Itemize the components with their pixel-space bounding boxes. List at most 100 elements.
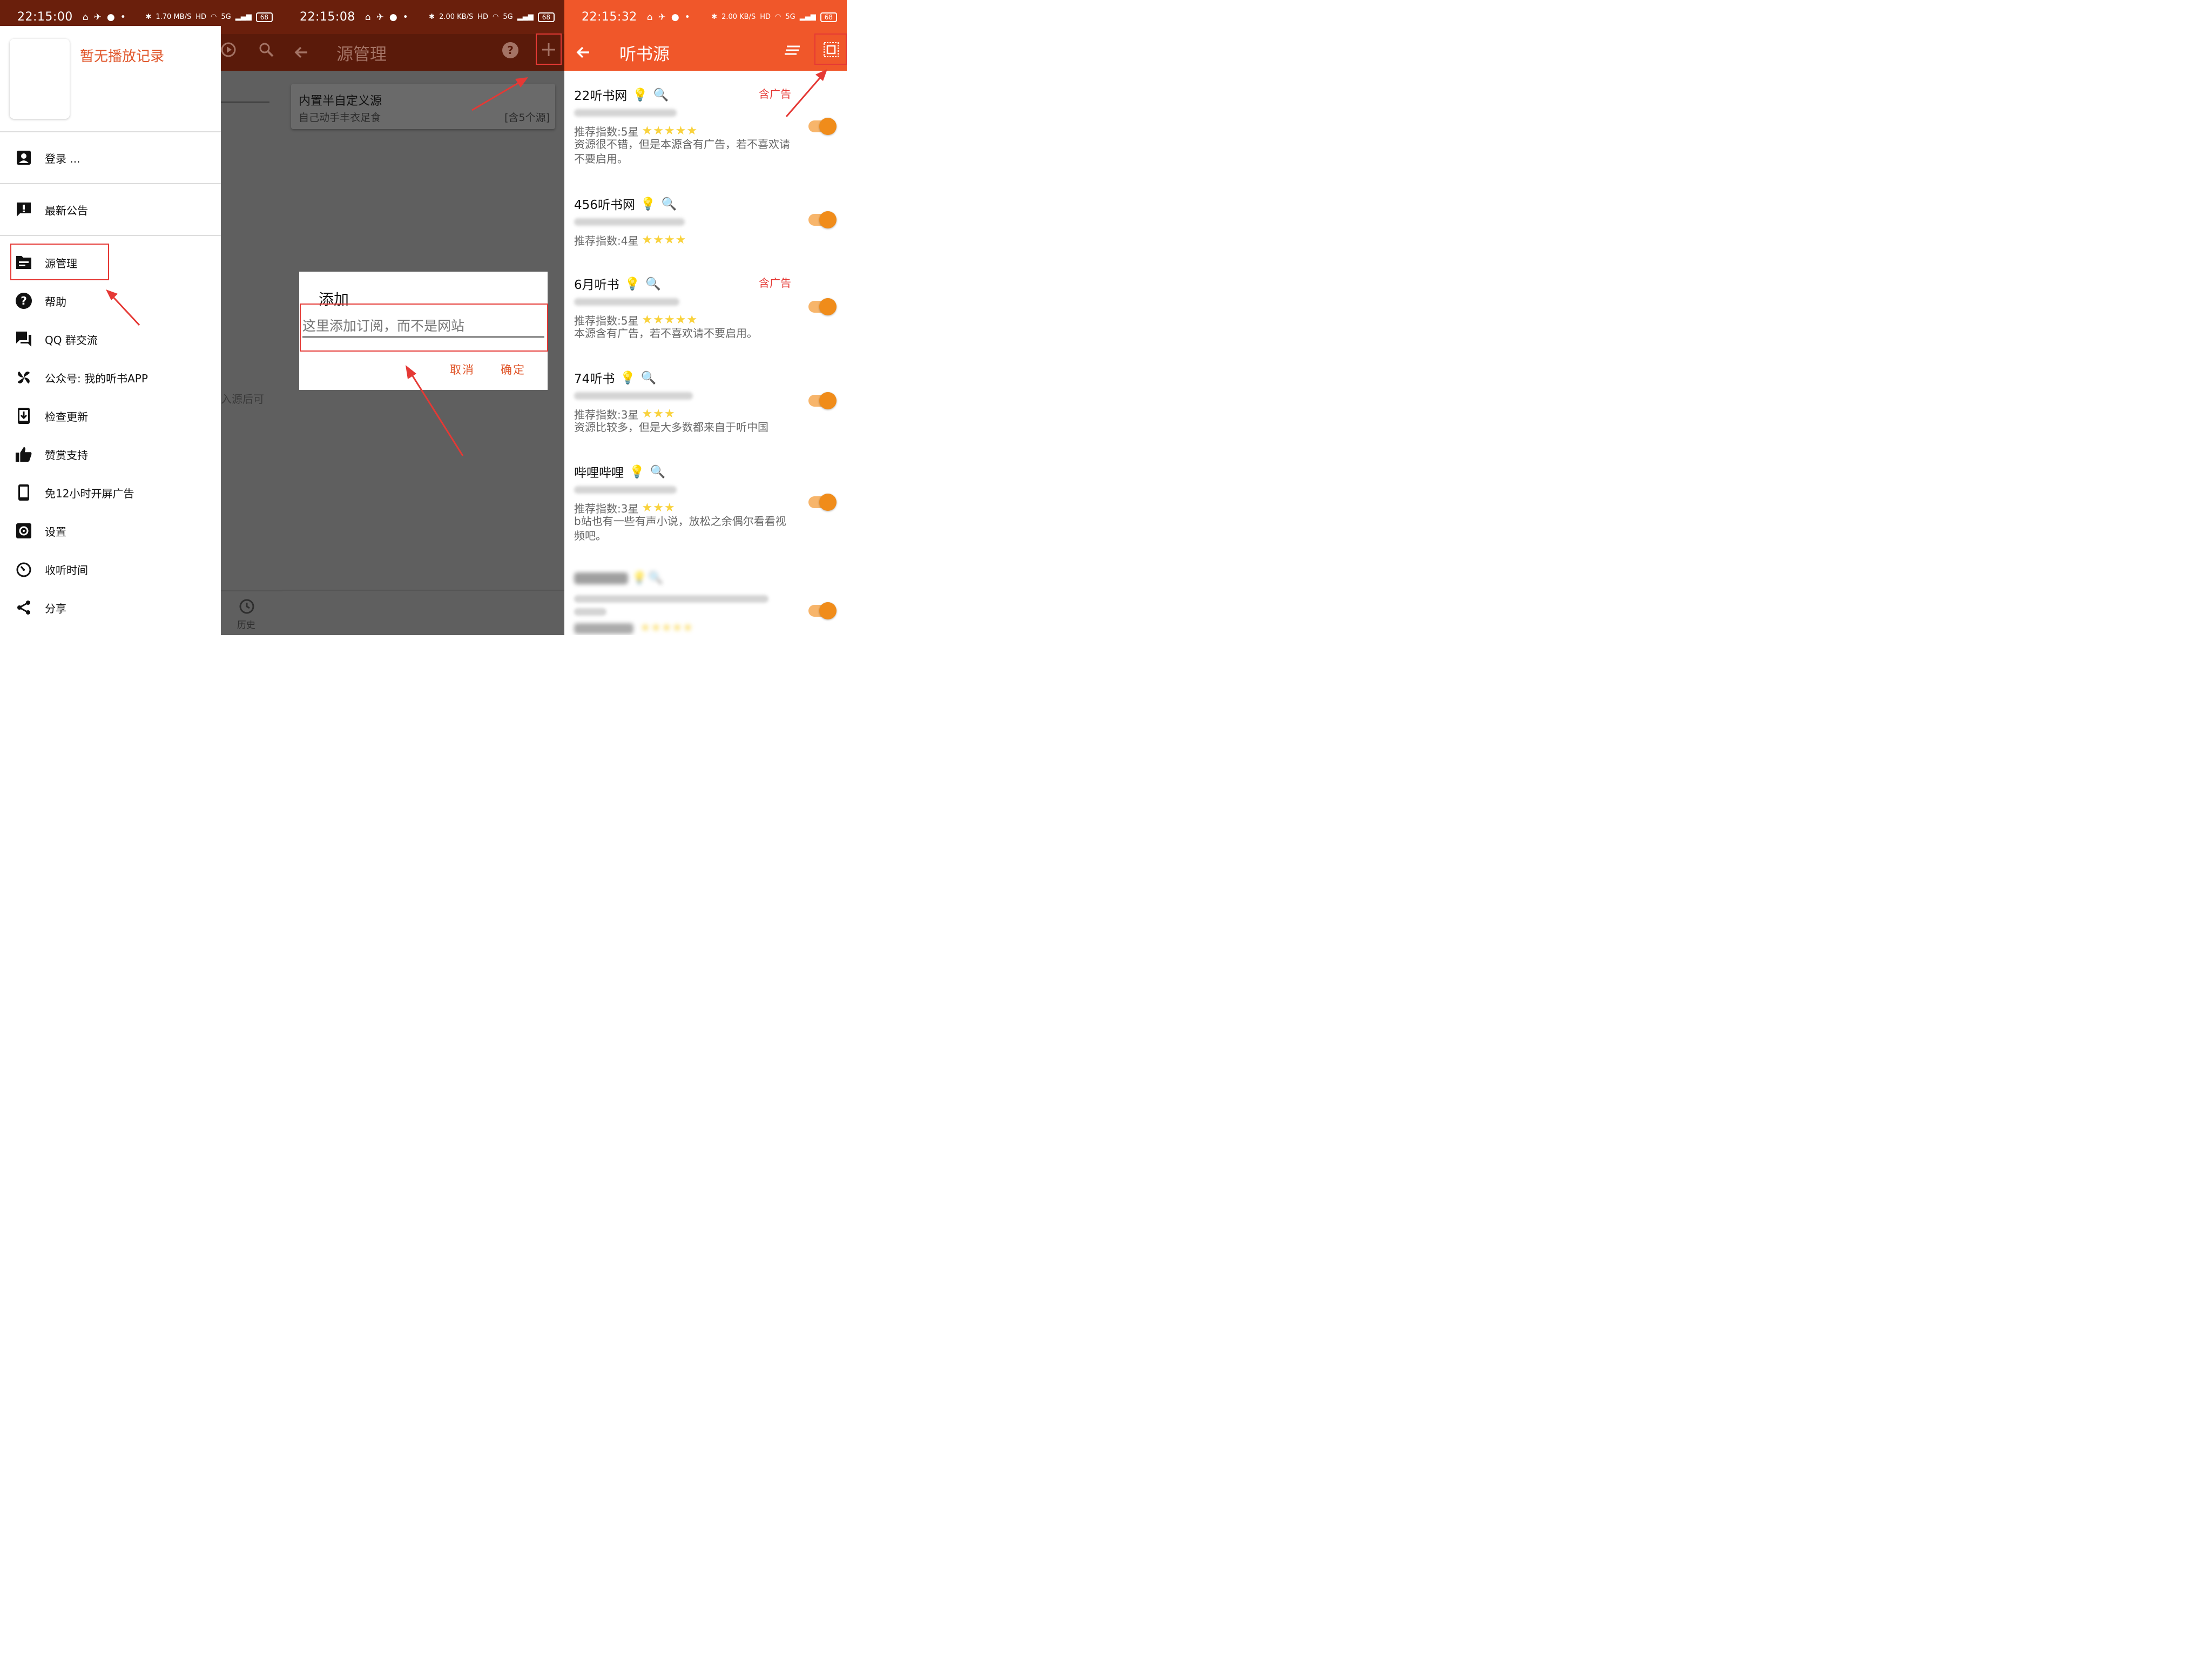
source-item[interactable]: 6月听书 💡 🔍 含广告 推荐指数:5星 ★★★★★ 本源含有广告，若不喜欢请不… <box>564 270 847 356</box>
bluetooth-icon: ✱ <box>711 13 718 21</box>
source-item[interactable]: 22听书网 💡 🔍 含广告 推荐指数:5星 ★★★★★ 资源很不错，但是本源含有… <box>564 81 847 184</box>
menu-item-announcement[interactable]: 最新公告 <box>0 193 221 226</box>
menu-item-settings[interactable]: 设置 <box>0 515 221 547</box>
menu-item-remove-splash-ad[interactable]: 免12小时开屏广告 <box>0 476 221 509</box>
menu-item-donate[interactable]: 赞赏支持 <box>0 438 221 470</box>
battery-icon: 68 <box>820 12 837 22</box>
menu-label: 免12小时开屏广告 <box>45 487 134 500</box>
highlight-box <box>536 33 562 65</box>
toggle-knob <box>819 118 837 135</box>
history-label: 历史 <box>237 620 255 631</box>
menu-item-listen-time[interactable]: 收听时间 <box>0 553 221 585</box>
thumb-up-icon <box>15 446 32 463</box>
enable-toggle[interactable] <box>808 494 837 511</box>
source-url-blurred <box>574 595 768 603</box>
lightbulb-icon[interactable]: 💡 <box>640 197 656 211</box>
signal-label: 5G <box>503 13 513 21</box>
sort-icon[interactable] <box>785 44 801 57</box>
source-name-blurred <box>574 572 628 584</box>
source-url-blurred <box>574 608 606 616</box>
source-name-row: 22听书网 💡 🔍 <box>574 85 669 104</box>
menu-label: 设置 <box>45 525 66 538</box>
enable-toggle[interactable] <box>808 298 837 315</box>
lightbulb-icon[interactable]: 💡 <box>632 87 648 102</box>
notification-icons: ⌂ ✈ ● • <box>83 12 126 23</box>
menu-item-login[interactable]: 登录 ... <box>0 141 221 174</box>
source-name-row: 74听书 💡 🔍 <box>574 368 657 387</box>
status-time: 22:15:00 <box>17 10 73 24</box>
battery-icon: 68 <box>537 12 555 22</box>
rating-stars: ★★★ <box>642 501 676 515</box>
source-url-blurred <box>574 109 677 117</box>
source-url-blurred <box>574 218 685 226</box>
enable-toggle[interactable] <box>808 602 837 619</box>
album-cover[interactable] <box>10 39 70 119</box>
source-item[interactable]: 哔哩哔哩 💡 🔍 推荐指数:3星 ★★★ b站也有一些有声小说，放松之余偶尔看看… <box>564 458 847 555</box>
menu-label: 赞赏支持 <box>45 448 88 462</box>
menu-label: 帮助 <box>45 295 66 308</box>
lightbulb-icon[interactable]: 💡 <box>629 464 645 479</box>
source-item[interactable]: 💡 🔍 ★★★★★ <box>564 567 847 635</box>
recommend-label: 推荐指数:5星 <box>574 125 639 138</box>
source-name: 6月听书 <box>574 278 619 292</box>
search-icon[interactable]: 🔍 <box>662 197 677 211</box>
toolbar: 源管理 ? <box>282 34 564 71</box>
enable-toggle[interactable] <box>808 118 837 135</box>
source-name: 哔哩哔哩 <box>574 466 624 480</box>
status-time: 22:15:32 <box>582 10 637 24</box>
menu-label: 公众号: 我的听书APP <box>45 372 148 385</box>
status-right: ✱ 2.00 KB/S HD ◠ 5G ▂▄▆ 68 <box>429 12 555 22</box>
recommend-row: 推荐指数:3星 ★★★ <box>574 500 676 516</box>
enable-toggle[interactable] <box>808 211 837 228</box>
status-time: 22:15:08 <box>300 10 355 24</box>
divider <box>0 235 221 236</box>
menu-item-check-update[interactable]: 检查更新 <box>0 400 221 432</box>
enable-toggle[interactable] <box>808 392 837 409</box>
card-subtitle: 自己动手丰衣足食 <box>299 112 381 124</box>
panel-source-management: 22:15:08 ⌂ ✈ ● • ✱ 2.00 KB/S HD ◠ 5G ▂▄▆… <box>282 0 564 635</box>
signal-icon: ▂▄▆ <box>235 13 252 21</box>
source-name: 22听书网 <box>574 89 628 103</box>
search-icon[interactable]: 🔍 <box>653 87 669 102</box>
lightbulb-icon[interactable]: 💡 <box>620 370 636 385</box>
app-badge-icon: ● <box>389 11 397 23</box>
recommend-row: 推荐指数:4星 ★★★★ <box>574 232 686 248</box>
underlay-text: 入源后可 <box>221 393 264 406</box>
system-update-icon <box>15 407 32 424</box>
search-icon <box>259 43 274 57</box>
settings-icon <box>15 522 32 539</box>
android-icon: ⌂ <box>82 11 89 23</box>
back-arrow-icon[interactable] <box>575 44 591 60</box>
wifi-icon: ◠ <box>211 13 217 21</box>
source-name-row: 6月听书 💡 🔍 <box>574 274 661 293</box>
signal-label: 5G <box>221 13 231 21</box>
app-badge-icon: ● <box>106 11 115 23</box>
lightbulb-icon: 💡 <box>632 571 647 585</box>
lightbulb-icon[interactable]: 💡 <box>625 276 640 291</box>
menu-item-wechat-account[interactable]: 公众号: 我的听书APP <box>0 361 221 394</box>
confirm-button[interactable]: 确定 <box>501 361 525 377</box>
search-icon[interactable]: 🔍 <box>645 276 661 291</box>
search-icon[interactable]: 🔍 <box>641 370 657 385</box>
underlay-nav-divider <box>221 590 282 591</box>
help-icon[interactable]: ? <box>502 42 519 59</box>
menu-item-share[interactable]: 分享 <box>0 591 221 624</box>
net-speed: 2.00 KB/S <box>721 13 756 21</box>
annotation-arrow <box>406 365 464 456</box>
search-icon[interactable]: 🔍 <box>650 464 666 479</box>
app-icon: ✈ <box>658 11 666 23</box>
source-url-blurred <box>574 392 693 400</box>
recommend-row: 推荐指数:3星 ★★★ <box>574 406 676 422</box>
wifi-icon: ◠ <box>493 13 499 21</box>
recommend-label: 推荐指数:5星 <box>574 314 639 327</box>
back-arrow-icon[interactable] <box>293 44 309 60</box>
signal-icon: ▂▄▆ <box>799 13 816 21</box>
net-speed: 1.70 MB/S <box>156 13 192 21</box>
toolbar: 听书源 <box>564 34 847 71</box>
rating-stars: ★★★ <box>642 407 676 421</box>
help-icon: ? <box>15 292 32 309</box>
divider <box>0 131 221 132</box>
source-item[interactable]: 456听书网 💡 🔍 推荐指数:4星 ★★★★ <box>564 190 847 266</box>
source-item[interactable]: 74听书 💡 🔍 推荐指数:3星 ★★★ 资源比较多，但是大多数都来自于听中国 <box>564 364 847 445</box>
app-badge-icon: ● <box>671 11 679 23</box>
